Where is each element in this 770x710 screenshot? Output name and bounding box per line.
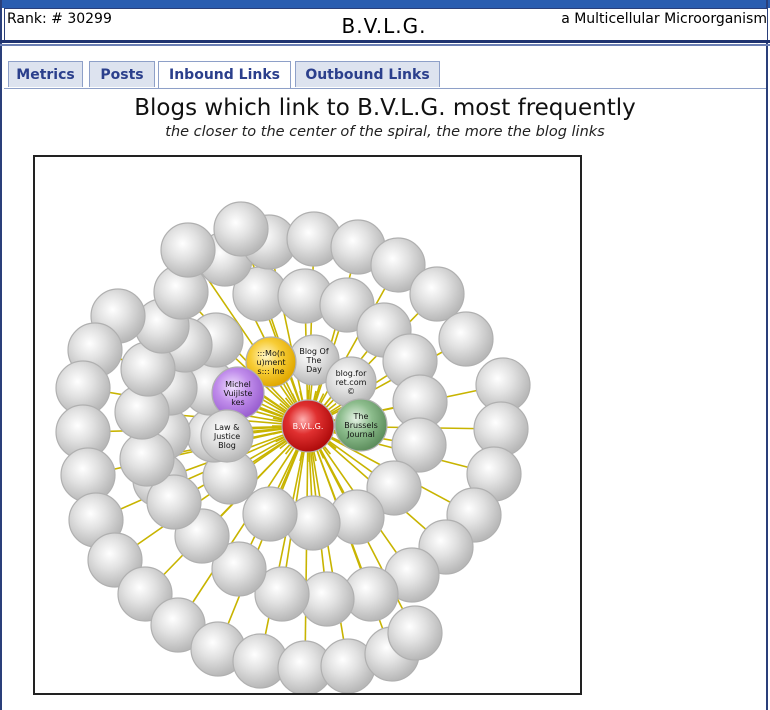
site-tagline: a Multicellular Microorganism [561,11,767,27]
tab-posts[interactable]: Posts [89,61,155,87]
header-divider-secondary [0,44,770,46]
blog-bubble[interactable] [119,431,175,487]
blog-bubble[interactable] [409,266,465,322]
blog-bubble-label: :::Mo(n u)ment s::: Ine [256,349,285,376]
site-header: Rank: # 30299 B.V.L.G. a Multicellular M… [4,8,768,41]
blog-bubble[interactable] [242,486,298,542]
blog-bubble[interactable] [213,201,269,257]
center-blog-label: B.V.L.G. [293,422,324,431]
tab-baseline [4,88,766,89]
header-divider [0,40,770,43]
spiral-visualization: Blog Of The Day blog.for ret.com © The Brussels… [33,155,582,695]
blog-bubble[interactable] [160,222,216,278]
page-subheading: the closer to the center of the spiral, … [165,124,605,140]
tab-outbound-links[interactable]: Outbound Links [295,61,440,87]
tab-metrics[interactable]: Metrics [8,61,83,87]
tab-inbound-links[interactable]: Inbound Links [158,61,291,89]
blog-bubble[interactable] [438,311,494,367]
page-heading: Blogs which link to B.V.L.G. most freque… [134,95,636,121]
blog-bubbles: Blog Of The Day blog.for ret.com ©The Brussels… [55,201,531,693]
spiral-chart: Blog Of The Day blog.for ret.com ©The Brussels… [55,201,531,693]
blog-bubble[interactable] [387,605,443,661]
